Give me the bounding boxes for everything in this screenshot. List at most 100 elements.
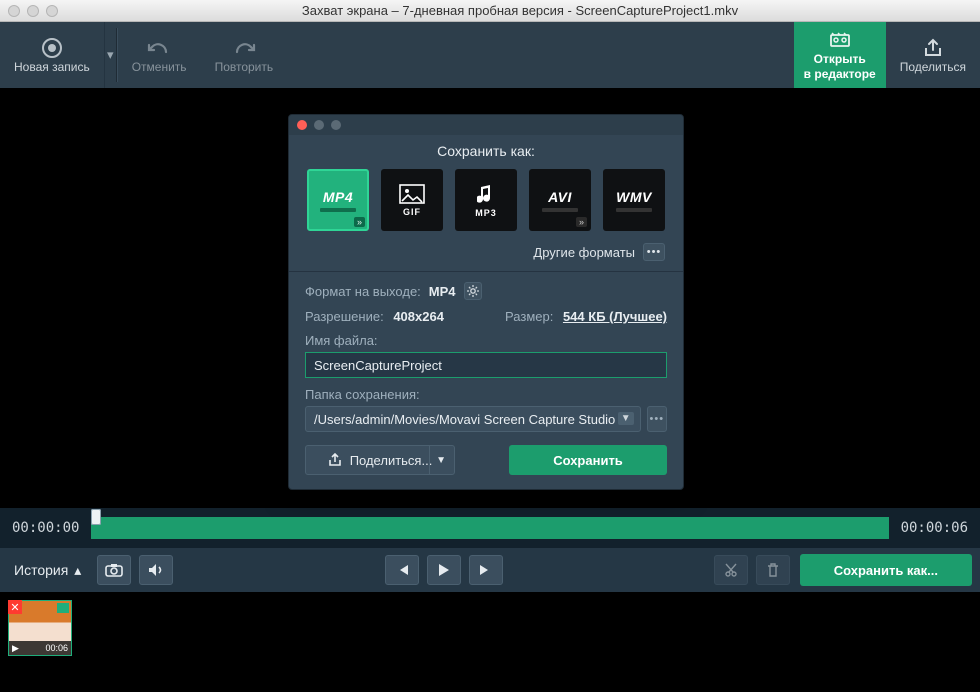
new-record-dropdown[interactable]: ▾ [104,22,116,88]
format-mp3[interactable]: MP3 [455,169,517,231]
dialog-minimize-icon[interactable] [314,120,324,130]
open-in-editor-button[interactable]: Открыть в редакторе [794,22,886,88]
record-icon [38,36,66,60]
timeline-track[interactable] [91,517,888,539]
new-record-label: Новая запись [14,60,90,74]
dialog-save-label: Сохранить [553,453,623,468]
window-title: Захват экрана – 7-дневная пробная версия… [68,3,972,18]
output-format-value: MP4 [429,284,456,299]
filename-input[interactable] [305,352,667,378]
dialog-close-icon[interactable] [297,120,307,130]
share-label: Поделиться [900,60,966,74]
volume-button[interactable] [139,555,173,585]
format-mp4-label: MP4 [323,189,353,205]
film-strip-icon [542,208,578,212]
camera-icon [105,563,123,577]
resolution-size-row: Разрешение: 408x264 Размер: 544 КБ (Лучш… [305,309,667,324]
redo-icon [230,36,258,60]
output-format-label: Формат на выходе: [305,284,421,299]
thumb-footer: ▶ 00:06 [9,641,71,655]
format-gif[interactable]: GIF [381,169,443,231]
open-editor-label-2: в редакторе [804,67,876,82]
toolbar-spacer [287,22,794,88]
snapshot-button[interactable] [97,555,131,585]
dialog-zoom-icon[interactable] [331,120,341,130]
music-note-icon [477,183,495,205]
new-record-button[interactable]: Новая запись [0,22,104,88]
prev-button[interactable] [385,555,419,585]
format-gif-label: GIF [403,207,421,217]
time-end: 00:00:06 [901,520,968,536]
format-mp4[interactable]: MP4 » [307,169,369,231]
thumbnail-strip: ✕ ▶ 00:06 [0,592,980,692]
share-icon [328,453,342,467]
thumb-duration: 00:06 [45,643,68,653]
history-button[interactable]: История ▴ [8,562,87,579]
zoom-window-icon[interactable] [46,5,58,17]
dialog-share-label: Поделиться... [350,453,433,468]
open-editor-label-1: Открыть [814,52,866,67]
film-icon [826,28,854,52]
time-start: 00:00:00 [12,520,79,536]
playback-controls [385,555,503,585]
delete-button[interactable] [756,555,790,585]
format-avi-more-icon[interactable]: » [576,217,587,227]
remove-clip-button[interactable]: ✕ [8,600,22,614]
playhead[interactable] [91,509,101,525]
save-as-dialog: Сохранить как: MP4 » GIF MP3 AVI [288,114,684,490]
trash-icon [766,563,780,577]
format-avi[interactable]: AVI » [529,169,591,231]
play-icon [438,563,450,577]
next-button[interactable] [469,555,503,585]
speaker-icon [147,563,165,577]
dialog-title: Сохранить как: [289,135,683,169]
image-icon [399,184,425,204]
play-button[interactable] [427,555,461,585]
resolution-label: Разрешение: [305,309,384,324]
other-formats-label[interactable]: Другие форматы [533,245,635,260]
format-row: MP4 » GIF MP3 AVI » [289,169,683,237]
save-as-button[interactable]: Сохранить как... [800,554,972,586]
film-strip-icon [320,208,356,212]
size-value[interactable]: 544 КБ (Лучшее) [563,309,667,324]
format-mp4-more-icon[interactable]: » [354,217,365,227]
folder-label: Папка сохранения: [305,387,667,402]
browse-folder-button[interactable]: ••• [647,406,667,432]
skip-back-icon [395,563,409,577]
format-settings-button[interactable] [464,282,482,300]
folder-value: /Users/admin/Movies/Movavi Screen Captur… [314,412,615,427]
preview-stage: Сохранить как: MP4 » GIF MP3 AVI [0,88,980,508]
play-mini-icon: ▶ [12,643,19,654]
folder-select[interactable]: /Users/admin/Movies/Movavi Screen Captur… [305,406,641,432]
gear-icon [467,285,479,297]
film-strip-icon [616,208,652,212]
undo-button[interactable]: Отменить [118,22,201,88]
dialog-save-button[interactable]: Сохранить [509,445,667,475]
dialog-titlebar [289,115,683,135]
video-badge-icon [57,603,69,613]
history-label: История [14,562,68,578]
format-wmv[interactable]: WMV [603,169,665,231]
redo-label: Повторить [215,60,274,74]
other-formats-button[interactable]: ••• [643,243,665,261]
share-button[interactable]: Поделиться [886,22,980,88]
undo-icon [145,36,173,60]
share-icon [919,36,947,60]
controls-row: История ▴ Сохранить как... [0,548,980,592]
format-mp3-label: MP3 [475,208,497,218]
dialog-panel: Формат на выходе: MP4 Разрешение: 408x26… [289,271,683,489]
filename-label: Имя файла: [305,333,667,348]
window-controls [8,5,58,17]
redo-button[interactable]: Повторить [201,22,288,88]
save-as-label: Сохранить как... [834,563,938,578]
cut-button[interactable] [714,555,748,585]
dialog-share-button[interactable]: Поделиться... ▼ [305,445,455,475]
minimize-window-icon[interactable] [27,5,39,17]
resolution-value: 408x264 [393,309,444,324]
titlebar: Захват экрана – 7-дневная пробная версия… [0,0,980,22]
undo-label: Отменить [132,60,187,74]
output-format-row: Формат на выходе: MP4 [305,282,667,300]
clip-thumbnail[interactable]: ✕ ▶ 00:06 [8,600,72,656]
timeline: 00:00:00 00:00:06 [0,508,980,548]
close-window-icon[interactable] [8,5,20,17]
